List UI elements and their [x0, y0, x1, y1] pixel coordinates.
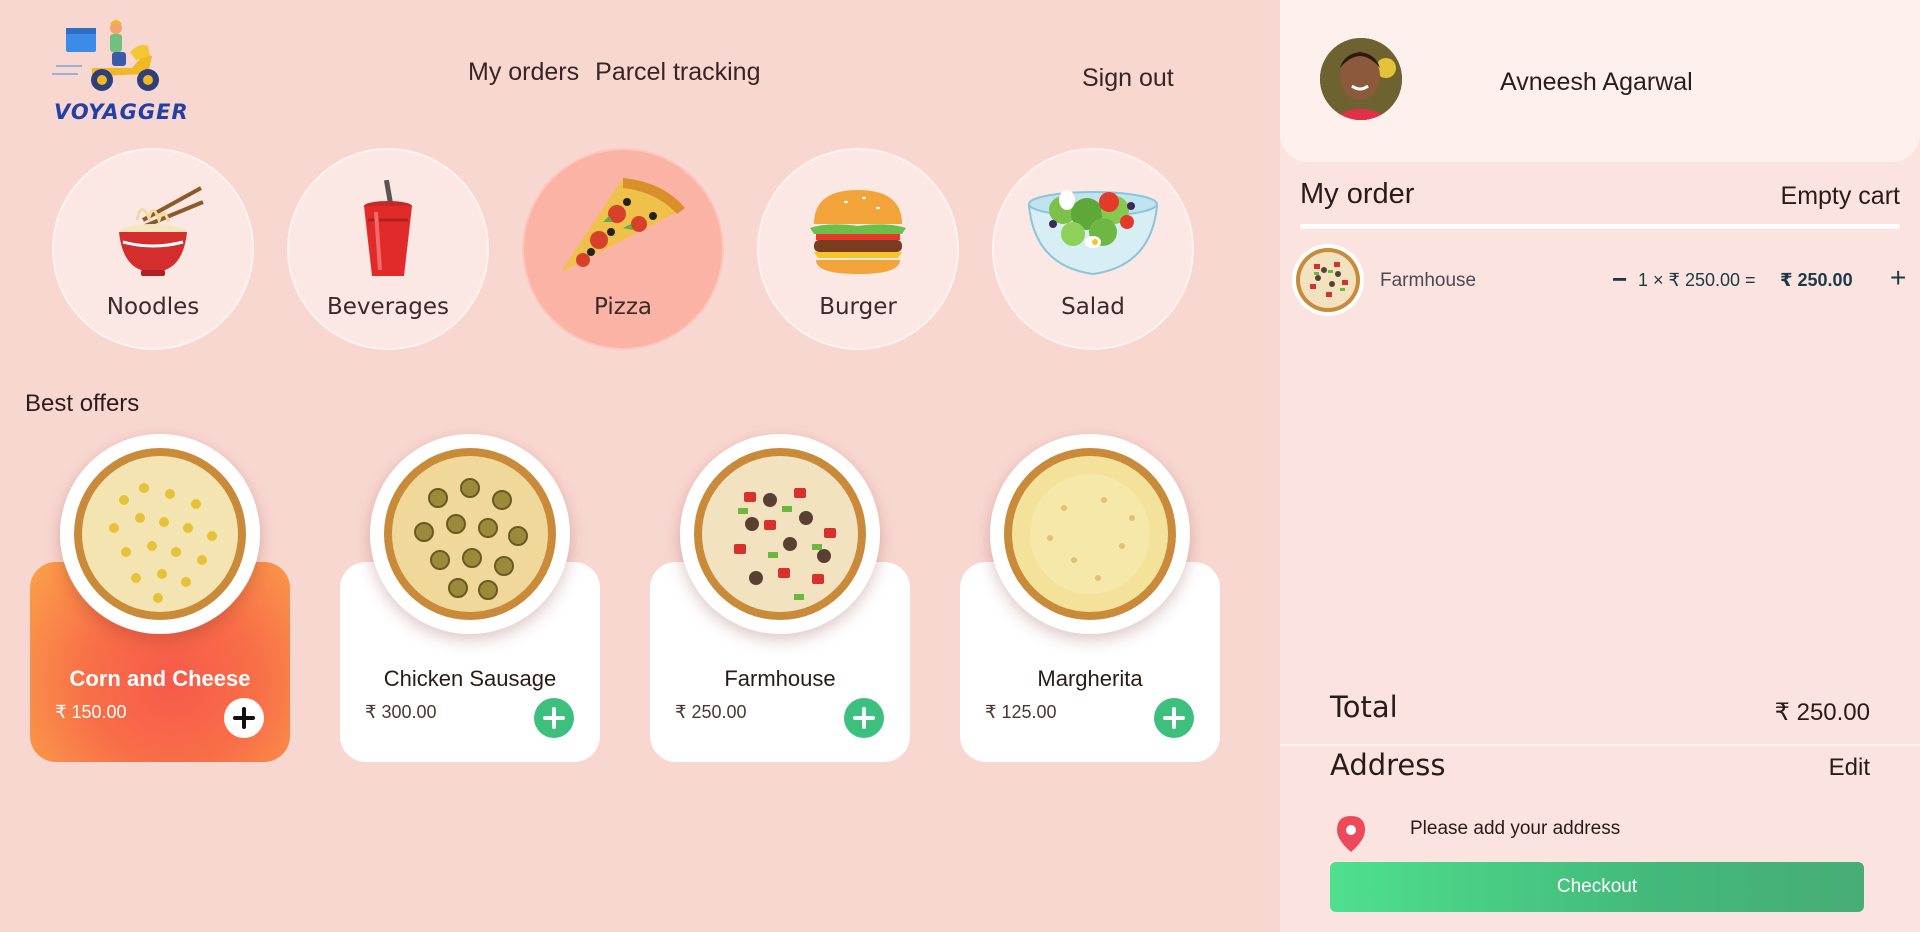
section-divider: [1280, 744, 1920, 746]
address-label: Address: [1330, 748, 1446, 782]
pizza-image: [370, 434, 570, 634]
offer-price: ₹ 150.00: [55, 702, 127, 722]
farmhouse-pizza-icon: [1296, 248, 1360, 312]
cart-item-price-expression: 1 × ₹ 250.00 =: [1638, 270, 1756, 290]
scooter-icon: [52, 20, 159, 91]
pizza-icon: [561, 178, 685, 272]
category-label: Salad: [1061, 294, 1125, 320]
offer-name: Margherita: [1037, 666, 1143, 691]
add-to-cart-button[interactable]: [844, 698, 884, 738]
brand-logo[interactable]: VOYAGGER: [52, 16, 189, 126]
offer-price: ₹ 125.00: [985, 702, 1057, 722]
pizza-image: [680, 434, 880, 634]
category-pizza[interactable]: Pizza: [522, 148, 724, 350]
offer-card-farmhouse[interactable]: Farmhouse ₹ 250.00: [650, 432, 910, 762]
brand-name: VOYAGGER: [54, 100, 189, 124]
address-text: Please add your address: [1410, 818, 1621, 839]
pizza-image: [60, 434, 260, 634]
category-label: Beverages: [327, 294, 449, 320]
margherita-pizza-icon: [1004, 448, 1176, 620]
offer-card-margherita[interactable]: Margherita ₹ 125.00: [960, 432, 1220, 762]
offer-price: ₹ 250.00: [675, 702, 747, 722]
pizza-image: [990, 434, 1190, 634]
cart-item-line-total: ₹ 250.00: [1780, 270, 1853, 290]
category-list: Noodles Beverages Pizza Burger Salad: [52, 148, 1194, 350]
top-nav: My orders Parcel tracking: [468, 58, 761, 87]
beverage-icon: [364, 180, 412, 276]
nav-parcel-tracking[interactable]: Parcel tracking: [595, 58, 760, 87]
edit-address-button[interactable]: Edit: [1829, 754, 1870, 782]
add-to-cart-button[interactable]: [534, 698, 574, 738]
total-value: ₹ 250.00: [1774, 699, 1870, 726]
sign-out-link[interactable]: Sign out: [1082, 64, 1174, 93]
corn-cheese-pizza-icon: [74, 448, 246, 620]
main-panel: VOYAGGER My orders Parcel tracking Sign …: [0, 0, 1280, 932]
offer-name: Chicken Sausage: [383, 666, 557, 691]
offer-price: ₹ 300.00: [365, 702, 437, 722]
burger-icon: [810, 190, 906, 274]
cart-item: Farmhouse − 1 × ₹ 250.00 = ₹ 250.00 +: [1292, 244, 1912, 316]
user-photo-icon: [1320, 38, 1402, 120]
category-label: Burger: [819, 294, 897, 320]
chicken-sausage-pizza-icon: [384, 448, 556, 620]
category-salad[interactable]: Salad: [992, 148, 1194, 350]
category-label: Noodles: [106, 294, 200, 320]
decrease-quantity-button[interactable]: −: [1612, 264, 1627, 295]
empty-cart-button[interactable]: Empty cart: [1781, 182, 1900, 211]
add-to-cart-button[interactable]: [1154, 698, 1194, 738]
order-sidebar: Avneesh Agarwal My order Empty cart Farm…: [1280, 0, 1920, 932]
checkout-button[interactable]: Checkout: [1330, 862, 1864, 912]
my-order-title: My order: [1300, 178, 1415, 210]
best-offers-title: Best offers: [25, 390, 140, 417]
order-divider: [1300, 224, 1900, 229]
category-beverages[interactable]: Beverages: [287, 148, 489, 350]
add-to-cart-button[interactable]: [224, 698, 264, 738]
nav-my-orders[interactable]: My orders: [468, 58, 579, 87]
offer-card-corn-and-cheese[interactable]: Corn and Cheese ₹ 150.00: [30, 432, 290, 762]
offer-name: Corn and Cheese: [69, 666, 251, 691]
user-profile: Avneesh Agarwal: [1280, 0, 1920, 162]
location-pin-icon: [1337, 816, 1365, 852]
cart-item-image: [1292, 244, 1364, 316]
offer-name: Farmhouse: [724, 666, 836, 691]
increase-quantity-button[interactable]: +: [1890, 262, 1906, 294]
offer-card-chicken-sausage[interactable]: Chicken Sausage ₹ 300.00: [340, 432, 600, 762]
category-noodles[interactable]: Noodles: [52, 148, 254, 350]
avatar[interactable]: [1320, 38, 1402, 120]
total-label: Total: [1330, 690, 1398, 724]
category-label: Pizza: [594, 294, 652, 320]
noodles-icon: [119, 186, 204, 276]
salad-icon: [1027, 190, 1159, 276]
user-name: Avneesh Agarwal: [1500, 68, 1693, 96]
category-burger[interactable]: Burger: [757, 148, 959, 350]
farmhouse-pizza-icon: [694, 448, 866, 620]
cart-item-name: Farmhouse: [1380, 270, 1477, 291]
